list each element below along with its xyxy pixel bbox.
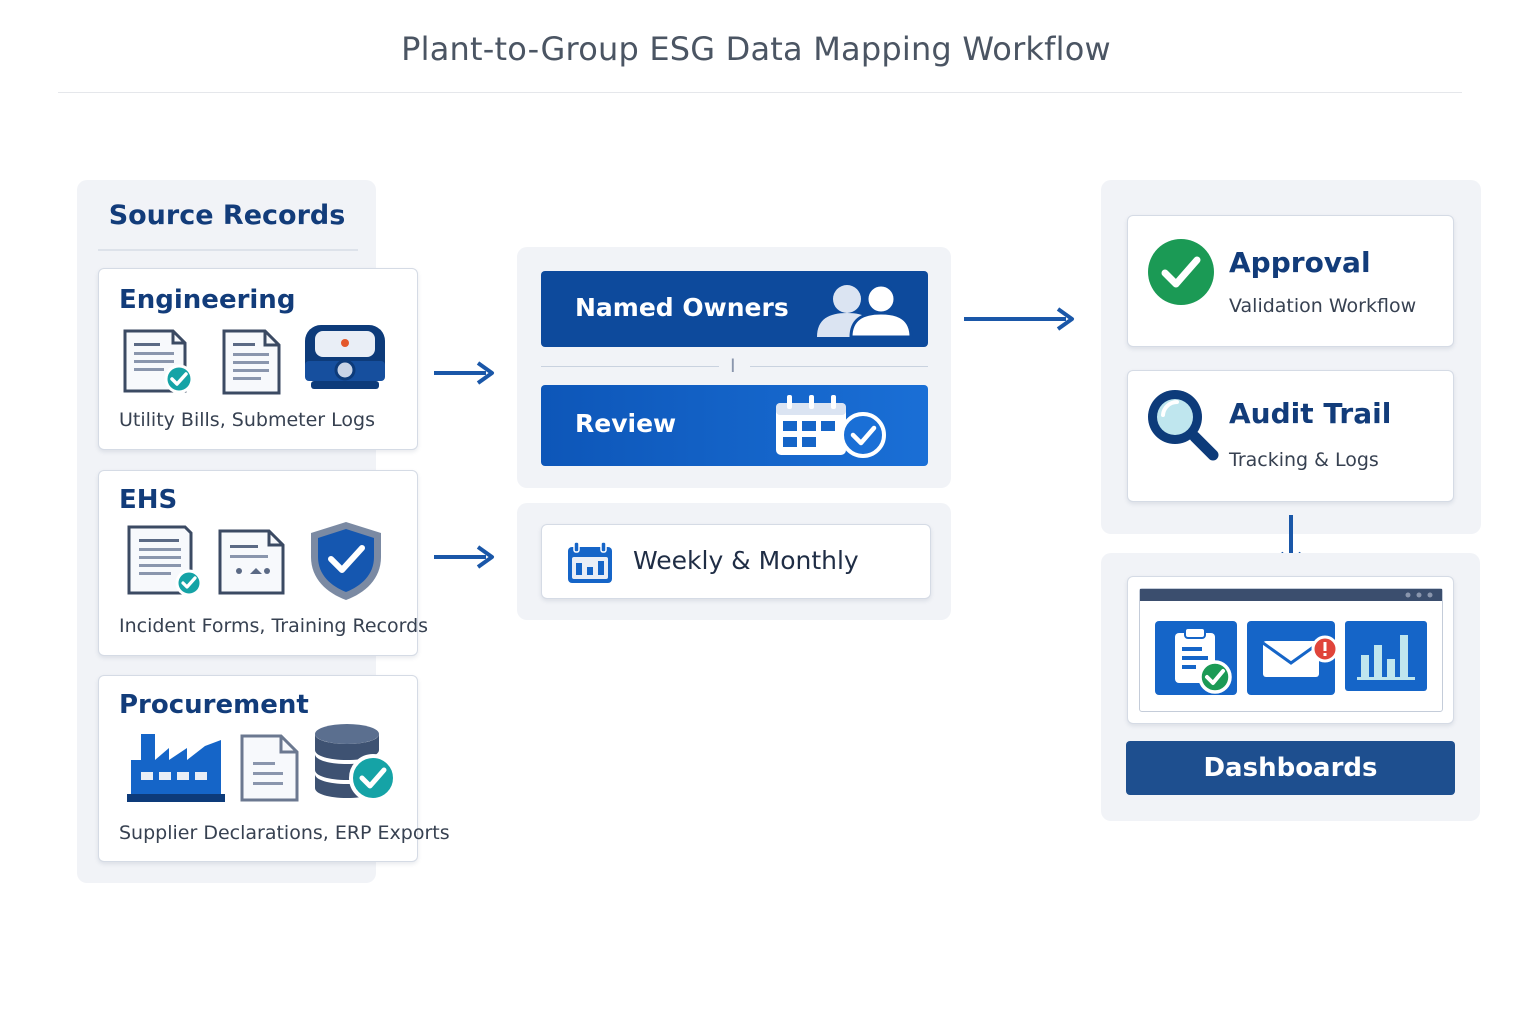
weekly-monthly-label: Weekly & Monthly <box>633 546 859 575</box>
approval-title: Approval <box>1229 246 1371 279</box>
engineering-description: Utility Bills, Submeter Logs <box>119 409 375 431</box>
connector-line-right <box>750 366 928 367</box>
arrow-right-icon <box>964 307 1074 331</box>
ehs-title: EHS <box>119 485 178 515</box>
procurement-card[interactable]: Procurement Supplier Declarations, ERP E… <box>98 675 450 862</box>
review-button[interactable]: Review <box>541 385 928 466</box>
meter-device-icon <box>305 325 385 389</box>
dashboards-button[interactable]: Dashboards <box>1126 741 1455 795</box>
bill-document-check-icon <box>123 329 194 394</box>
ehs-card[interactable]: EHS Incident Forms, Training Records <box>98 470 428 656</box>
source-records-heading: Source Records <box>108 200 346 231</box>
named-owners-label: Named Owners <box>575 293 789 322</box>
review-label: Review <box>575 409 677 438</box>
title-divider <box>58 92 1462 93</box>
page-title: Plant-to-Group ESG Data Mapping Workflow <box>401 30 1111 68</box>
approval-subtitle: Validation Workflow <box>1229 295 1417 317</box>
calendar-icon <box>568 541 612 583</box>
declaration-document-icon <box>240 734 299 802</box>
connector-separator: I <box>730 355 736 377</box>
audit-trail-subtitle: Tracking & Logs <box>1229 449 1379 471</box>
connector-line-left <box>541 366 719 367</box>
procurement-description: Supplier Declarations, ERP Exports <box>119 822 450 844</box>
window-controls-icon <box>1405 592 1433 598</box>
check-circle-icon <box>1148 239 1214 305</box>
engineering-title: Engineering <box>119 285 296 315</box>
factory-icon <box>127 734 225 802</box>
clipboard-check-icon <box>1155 621 1237 695</box>
bar-chart-icon <box>1345 621 1427 691</box>
ehs-description: Incident Forms, Training Records <box>119 615 429 637</box>
dashboard-window-titlebar <box>1140 589 1442 601</box>
source-records-divider <box>98 249 358 251</box>
users-icon <box>817 283 913 339</box>
training-record-icon <box>218 529 285 595</box>
shield-check-icon <box>311 522 381 600</box>
calendar-check-icon <box>776 395 886 458</box>
magnifier-icon <box>1148 390 1219 461</box>
procurement-title: Procurement <box>119 690 309 720</box>
engineering-card[interactable]: Engineering Utility Bills, Submeter Logs <box>98 268 418 450</box>
database-check-icon <box>315 724 397 802</box>
arrow-right-icon <box>434 361 494 385</box>
mail-alert-icon <box>1247 621 1339 695</box>
audit-trail-title: Audit Trail <box>1229 397 1392 430</box>
incident-form-check-icon <box>127 525 203 597</box>
log-document-icon <box>222 329 281 395</box>
arrow-right-icon <box>434 545 494 569</box>
named-owners-button[interactable]: Named Owners <box>541 271 928 347</box>
